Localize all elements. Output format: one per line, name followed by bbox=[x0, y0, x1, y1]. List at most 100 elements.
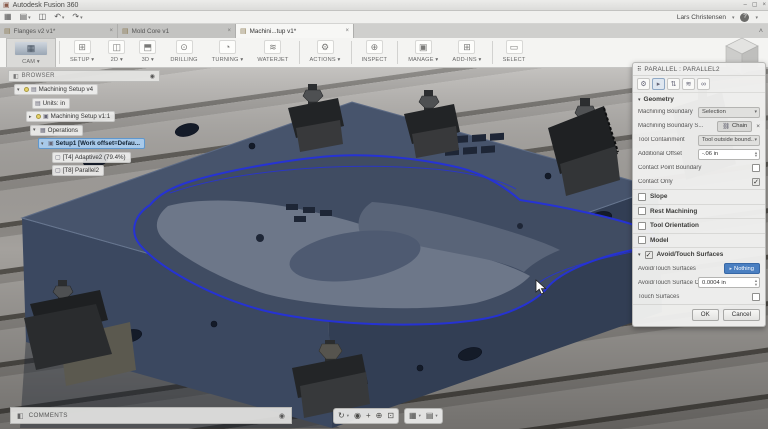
cancel-button[interactable]: Cancel bbox=[723, 309, 760, 321]
comments-bar[interactable]: ◧ COMMENTS ◉ bbox=[10, 407, 292, 424]
ribbon-cam[interactable]: ▦ CAM ▾ bbox=[6, 38, 56, 67]
zoom-icon[interactable]: ⊕ bbox=[376, 409, 383, 423]
redo-icon[interactable]: ↷▾ bbox=[72, 11, 82, 24]
drag-grip-icon[interactable]: ⠿ bbox=[637, 66, 641, 73]
cam-workspace-icon: ▦ bbox=[14, 41, 48, 56]
chevron-down-icon[interactable]: ▾ bbox=[435, 413, 437, 419]
field-label: Additional Offset bbox=[638, 151, 698, 157]
spinner-control[interactable]: ▲▼ bbox=[754, 279, 758, 286]
select-value: Selection bbox=[702, 109, 754, 115]
ribbon-manage[interactable]: ▣ MANAGE ▾ bbox=[401, 38, 445, 67]
ribbon-inspect[interactable]: ⊕ INSPECT bbox=[355, 38, 395, 67]
contact-only-checkbox[interactable]: ✓ bbox=[752, 178, 760, 186]
maximize-button[interactable]: ▢ bbox=[752, 0, 758, 10]
slope-section[interactable]: Slope bbox=[633, 189, 765, 204]
tree-item-machining-setup-v4[interactable]: ▾ ▤ Machining Setup v4 bbox=[14, 84, 98, 95]
tab-tool-icon[interactable]: ⚙ bbox=[637, 78, 650, 90]
ribbon-select[interactable]: ▭ SELECT bbox=[496, 38, 533, 67]
expand-caret-icon[interactable]: ▾ bbox=[17, 87, 22, 93]
close-button[interactable]: × bbox=[762, 0, 766, 10]
clear-selection-icon[interactable]: × bbox=[756, 123, 760, 130]
tool-containment-select[interactable]: Tool outside bound... ▾ bbox=[698, 135, 760, 146]
comments-expand-icon[interactable]: ◉ bbox=[279, 412, 285, 420]
turning-icon: ◔ bbox=[219, 40, 236, 54]
tree-item-machining-setup-v1[interactable]: ▸ ▣ Machining Setup v1:1 bbox=[26, 111, 115, 122]
tool-orientation-section[interactable]: Tool Orientation bbox=[633, 218, 765, 233]
tree-item-operations[interactable]: ▾ ▦ Operations bbox=[30, 125, 83, 136]
additional-offset-input[interactable]: -.06 in ▲▼ bbox=[698, 149, 760, 160]
avoid-touch-checkbox[interactable]: ✓ bbox=[645, 251, 653, 259]
field-label: Avoid/Touch Surfaces bbox=[638, 266, 724, 272]
rest-machining-section[interactable]: Rest Machining bbox=[633, 204, 765, 219]
geometry-section-header[interactable]: ▾ Geometry bbox=[633, 93, 765, 105]
tab-flanges[interactable]: ▤ Flanges v2 v1* × bbox=[0, 24, 118, 38]
ribbon-waterjet[interactable]: ≋ WATERJET bbox=[250, 38, 295, 67]
tree-item-units[interactable]: ▤ Units: in bbox=[32, 98, 70, 109]
chain-selection-button[interactable]: ⛓ Chain bbox=[717, 121, 752, 132]
pan-icon[interactable]: + bbox=[366, 409, 371, 423]
ribbon-addins[interactable]: ⊞ ADD-INS ▾ bbox=[445, 38, 488, 67]
expand-caret-icon[interactable]: ▾ bbox=[33, 127, 38, 133]
rest-machining-checkbox[interactable] bbox=[638, 207, 646, 215]
visibility-bulb-icon[interactable] bbox=[24, 87, 29, 92]
tree-item-adaptive2[interactable]: ▢ [T4] Adaptive2 (79.4%) bbox=[52, 152, 131, 163]
ribbon-actions[interactable]: ⚙ ACTIONS ▾ bbox=[303, 38, 348, 67]
slope-checkbox[interactable] bbox=[638, 193, 646, 201]
touch-surfaces-checkbox[interactable] bbox=[752, 293, 760, 301]
ribbon-drilling[interactable]: ⊙ DRILLING bbox=[163, 38, 204, 67]
model-section[interactable]: Model bbox=[633, 233, 765, 248]
chip-value: Chain bbox=[732, 123, 747, 129]
visibility-bulb-icon[interactable] bbox=[36, 114, 41, 119]
tree-item-setup1[interactable]: ▾ ▣ Setup1 [Work offset=Defau... bbox=[38, 138, 145, 149]
tab-passes-icon[interactable]: ≋ bbox=[682, 78, 695, 90]
grid-layout-icon[interactable]: ▤ bbox=[426, 409, 434, 423]
component-icon: ▣ bbox=[43, 113, 49, 120]
help-dropdown-icon[interactable]: ▾ bbox=[755, 15, 758, 21]
tab-close-icon[interactable]: × bbox=[227, 28, 231, 34]
orbit-icon[interactable]: ↻ bbox=[338, 409, 345, 423]
viewcube-collapse-icon[interactable]: ˄ bbox=[759, 28, 763, 35]
ribbon-turning[interactable]: ◔ TURNING ▾ bbox=[205, 38, 251, 67]
expand-caret-icon[interactable]: ▾ bbox=[41, 141, 46, 147]
machining-boundary-select[interactable]: Selection ▾ bbox=[698, 107, 760, 118]
model-checkbox[interactable] bbox=[638, 236, 646, 244]
fit-icon[interactable]: ⊡ bbox=[387, 409, 394, 423]
file-menu-icon[interactable]: ▤▾ bbox=[20, 11, 31, 24]
tool-orientation-checkbox[interactable] bbox=[638, 222, 646, 230]
tab-close-icon[interactable]: × bbox=[109, 28, 113, 34]
avoid-surfaces-selection-button[interactable]: ▸ Nothing bbox=[724, 263, 761, 274]
tab-heights-icon[interactable]: ⇅ bbox=[667, 78, 680, 90]
contact-point-checkbox[interactable] bbox=[752, 164, 760, 172]
tab-machining-setup[interactable]: ▤ Machini...tup v1* × bbox=[236, 24, 354, 38]
tab-close-icon[interactable]: × bbox=[345, 28, 349, 34]
chevron-down-icon[interactable]: ▾ bbox=[419, 413, 421, 419]
spinner-control[interactable]: ▲▼ bbox=[754, 151, 758, 158]
user-name[interactable]: Lars Christensen bbox=[677, 14, 726, 21]
ribbon-2d[interactable]: ◫ 2D ▾ bbox=[101, 38, 132, 67]
ok-button[interactable]: OK bbox=[692, 309, 719, 321]
help-icon[interactable]: ? bbox=[740, 13, 749, 22]
look-at-icon[interactable]: ◉ bbox=[354, 409, 361, 423]
avoid-touch-section-header[interactable]: ▾ ✓ Avoid/Touch Surfaces bbox=[633, 247, 765, 262]
tab-geometry-icon[interactable]: ▸ bbox=[652, 78, 665, 90]
dialog-header[interactable]: ⠿ PARALLEL : PARALLEL2 bbox=[633, 63, 765, 76]
undo-icon[interactable]: ↶▾ bbox=[54, 11, 64, 24]
chevron-down-icon[interactable]: ▾ bbox=[347, 413, 349, 419]
tree-item-label: [T4] Adaptive2 (79.4%) bbox=[63, 154, 126, 161]
data-panel-icon[interactable]: ▦ bbox=[4, 11, 12, 23]
tab-mold-core[interactable]: ▤ Mold Core v1 × bbox=[118, 24, 236, 38]
save-icon[interactable]: ◫ bbox=[39, 11, 47, 23]
browser-filter-icon[interactable]: ◉ bbox=[150, 73, 155, 80]
ribbon-setup[interactable]: ⊞ SETUP ▾ bbox=[63, 38, 101, 67]
tree-item-label: Setup1 [Work offset=Defau... bbox=[56, 140, 140, 147]
field-label: Tool Containment bbox=[638, 137, 698, 143]
display-settings-icon[interactable]: ▦ bbox=[409, 409, 417, 423]
ribbon-3d[interactable]: ⬒ 3D ▾ bbox=[132, 38, 163, 67]
user-dropdown-icon[interactable]: ▾ bbox=[732, 15, 735, 21]
tree-item-parallel2[interactable]: ▢ [T8] Parallel2 bbox=[52, 165, 104, 176]
minimize-button[interactable]: – bbox=[743, 0, 746, 10]
clearance-input[interactable]: 0.0004 in ▲▼ bbox=[698, 277, 760, 288]
expand-caret-icon[interactable]: ▸ bbox=[29, 114, 34, 120]
3d-icon: ⬒ bbox=[139, 40, 156, 54]
tab-linking-icon[interactable]: ∞ bbox=[697, 78, 710, 90]
